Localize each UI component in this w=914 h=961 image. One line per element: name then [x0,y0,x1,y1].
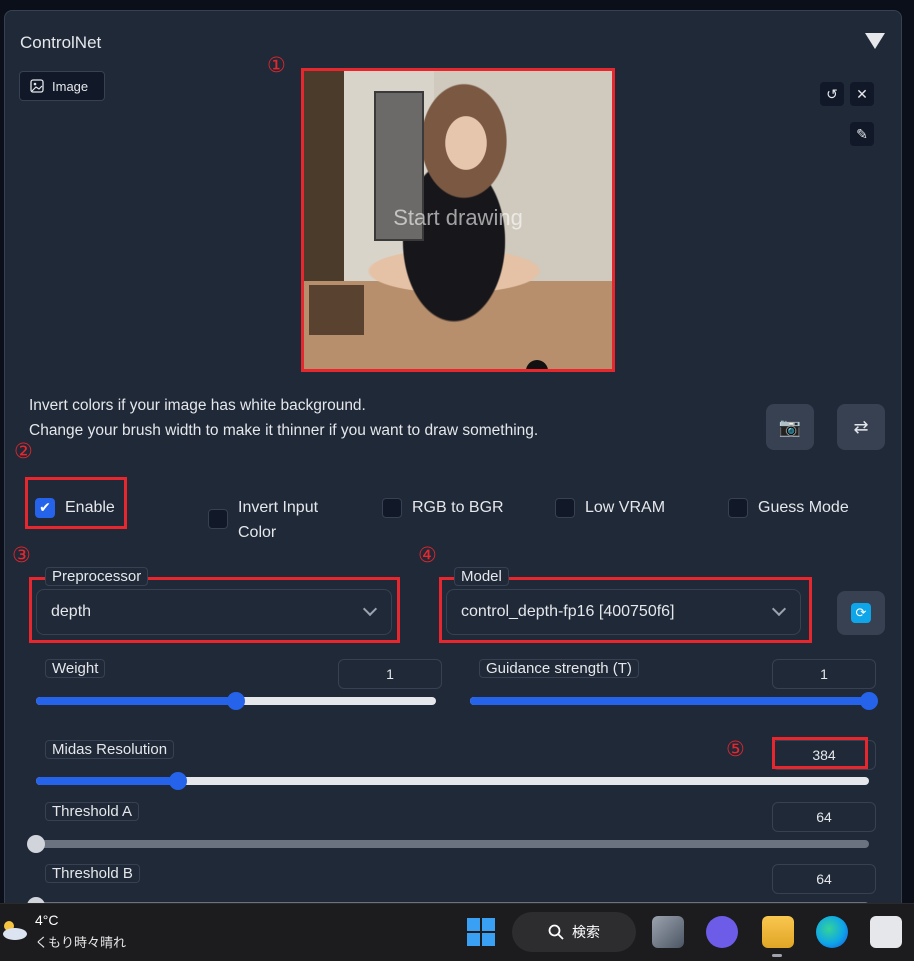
annotation-badge-3: ③ [12,543,31,567]
controlnet-panel: ControlNet Image ↺ ✕ ✎ ① Start drawing I… [4,10,902,910]
midas-slider[interactable] [36,772,869,790]
invert-checkbox-row[interactable]: Invert Input Color [208,495,318,545]
windows-start-icon[interactable] [466,917,496,947]
preprocessor-label: Preprocessor [45,567,149,586]
model-dropdown[interactable]: control_depth-fp16 [400750f6] [446,589,801,635]
weather-condition[interactable]: くもり時々晴れ [35,932,126,951]
chevron-down-icon [362,601,378,617]
panel-title: ControlNet [20,33,102,52]
swap-button[interactable]: ⇄ [837,404,885,450]
guidance-slider[interactable] [470,692,878,710]
guess-mode-label: Guess Mode [758,499,849,516]
preprocessor-dropdown[interactable]: depth [36,589,392,635]
weather-cloud-icon[interactable] [0,916,28,944]
info-line-1: Invert colors if your image has white ba… [29,397,366,414]
guidance-input[interactable]: 1 [772,659,876,689]
invert-label-line-1: Invert Input [238,499,319,516]
windows-taskbar: 4°C くもり時々晴れ 検索 [0,903,914,961]
threshold-a-slider[interactable] [27,835,869,853]
taskbar-search[interactable]: 検索 [512,912,636,952]
weight-input[interactable]: 1 [338,659,442,689]
weight-slider-thumb[interactable] [227,692,245,710]
annotation-badge-2: ② [14,439,33,463]
info-line-2: Change your brush width to make it thinn… [29,422,539,439]
file-explorer-icon[interactable] [762,916,794,948]
weight-slider-fill [36,697,236,705]
low-vram-checkbox-row[interactable]: Low VRAM [555,495,665,520]
edge-browser-icon[interactable] [816,916,848,948]
annotation-box-midas [772,737,868,769]
floor-box [309,285,364,335]
threshold-b-input[interactable]: 64 [772,864,876,894]
midas-slider-thumb[interactable] [168,772,187,790]
store-icon[interactable] [870,916,902,948]
swap-arrows-icon: ⇄ [853,416,869,437]
annotation-badge-1: ① [267,53,286,77]
midas-label: Midas Resolution [45,740,175,759]
low-vram-checkbox[interactable] [555,497,575,518]
task-view-icon[interactable] [652,916,684,948]
rgb-bgr-checkbox-row[interactable]: RGB to BGR [382,495,504,520]
search-label: 検索 [572,924,600,940]
annotation-badge-4: ④ [418,543,437,567]
image-icon [30,79,44,93]
drawing-canvas[interactable]: Start drawing [301,68,615,372]
threshold-a-slider-thumb[interactable] [27,835,45,853]
annotation-badge-5: ⑤ [726,737,745,761]
preprocessor-value: depth [51,603,92,620]
refresh-models-button[interactable]: ⟳ [837,591,885,635]
guess-mode-checkbox[interactable] [728,497,748,518]
invert-label: Invert Input Color [238,495,318,545]
enable-checkbox[interactable]: ✔ [35,497,55,518]
brush-icon[interactable]: ✎ [850,122,874,146]
rgb-bgr-label: RGB to BGR [412,499,504,516]
collapse-triangle-icon[interactable] [865,33,885,49]
camera-button[interactable]: 📷 [766,404,814,450]
chat-icon[interactable] [706,916,738,948]
guidance-label: Guidance strength (T) [479,659,639,678]
guidance-slider-thumb[interactable] [860,692,878,710]
invert-checkbox[interactable] [208,509,228,529]
active-app-indicator [772,954,782,957]
rgb-bgr-checkbox[interactable] [382,497,402,518]
enable-label: Enable [65,499,115,516]
threshold-b-label: Threshold B [45,864,140,883]
weight-label: Weight [45,659,106,678]
midas-slider-fill [36,777,178,785]
canvas-placeholder: Start drawing [393,205,523,230]
chevron-down-icon [771,601,787,617]
low-vram-label: Low VRAM [585,499,666,516]
refresh-icon: ⟳ [851,603,871,623]
enable-checkbox-row[interactable]: ✔ Enable [35,495,115,520]
model-label: Model [454,567,509,586]
undo-icon[interactable]: ↺ [820,82,844,106]
search-icon [548,924,564,940]
camera-icon: 📷 [778,416,802,437]
invert-label-line-2: Color [238,524,277,541]
weight-slider[interactable] [36,692,436,710]
image-tab-label: Image [52,78,89,94]
clear-icon[interactable]: ✕ [850,82,874,106]
image-tab[interactable]: Image [19,71,105,101]
info-text: Invert colors if your image has white ba… [29,393,538,443]
guess-mode-checkbox-row[interactable]: Guess Mode [728,495,849,520]
model-value: control_depth-fp16 [400750f6] [461,603,675,620]
weather-temperature[interactable]: 4°C [35,912,59,928]
guidance-slider-fill [470,697,869,705]
threshold-a-label: Threshold A [45,802,140,821]
threshold-a-input[interactable]: 64 [772,802,876,832]
